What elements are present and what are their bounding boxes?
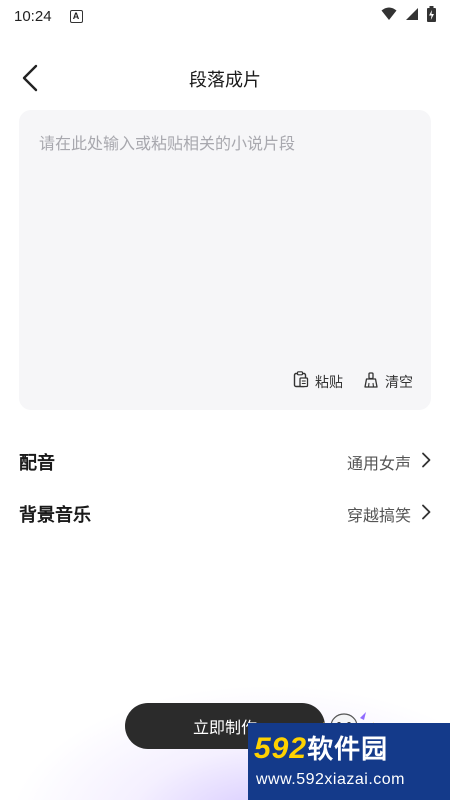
signal-icon — [405, 7, 419, 25]
dubbing-label: 配音 — [19, 453, 55, 474]
battery-charging-icon — [427, 6, 436, 26]
background-music-label: 背景音乐 — [19, 505, 91, 526]
watermark-logo: 592软件园 www.592xiazai.com — [248, 723, 450, 800]
watermark-brand: 592软件园 — [254, 729, 388, 766]
watermark-brand-text: 软件园 — [307, 735, 389, 765]
status-time: 10:24 — [14, 7, 52, 25]
novel-text-editor: 粘贴 清空 — [19, 110, 431, 410]
editor-actions: 粘贴 清空 — [293, 371, 413, 392]
novel-text-input[interactable] — [19, 110, 431, 350]
background-music-value: 穿越搞笑 — [346, 506, 411, 525]
chevron-right-icon — [421, 504, 431, 524]
status-bar: 10:24 A — [0, 0, 450, 32]
broom-icon — [363, 371, 379, 392]
chevron-left-icon — [20, 64, 40, 96]
background-music-setting-row[interactable]: 背景音乐 穿越搞笑 — [19, 494, 431, 534]
wifi-icon — [381, 7, 397, 25]
back-button[interactable] — [14, 64, 46, 96]
paste-button[interactable]: 粘贴 — [293, 371, 343, 392]
chevron-right-icon — [421, 452, 431, 472]
watermark-url: www.592xiazai.com — [256, 771, 405, 788]
header: 段落成片 — [0, 52, 450, 106]
clear-label: 清空 — [385, 374, 413, 391]
paste-label: 粘贴 — [315, 374, 343, 391]
clear-button[interactable]: 清空 — [363, 371, 413, 392]
watermark-brand-number: 592 — [254, 732, 308, 765]
page-title: 段落成片 — [189, 70, 261, 91]
clipboard-icon — [293, 371, 309, 392]
status-icons — [381, 6, 436, 26]
dubbing-value: 通用女声 — [346, 454, 411, 473]
dubbing-setting-row[interactable]: 配音 通用女声 — [19, 442, 431, 482]
notification-a-icon: A — [69, 9, 83, 23]
